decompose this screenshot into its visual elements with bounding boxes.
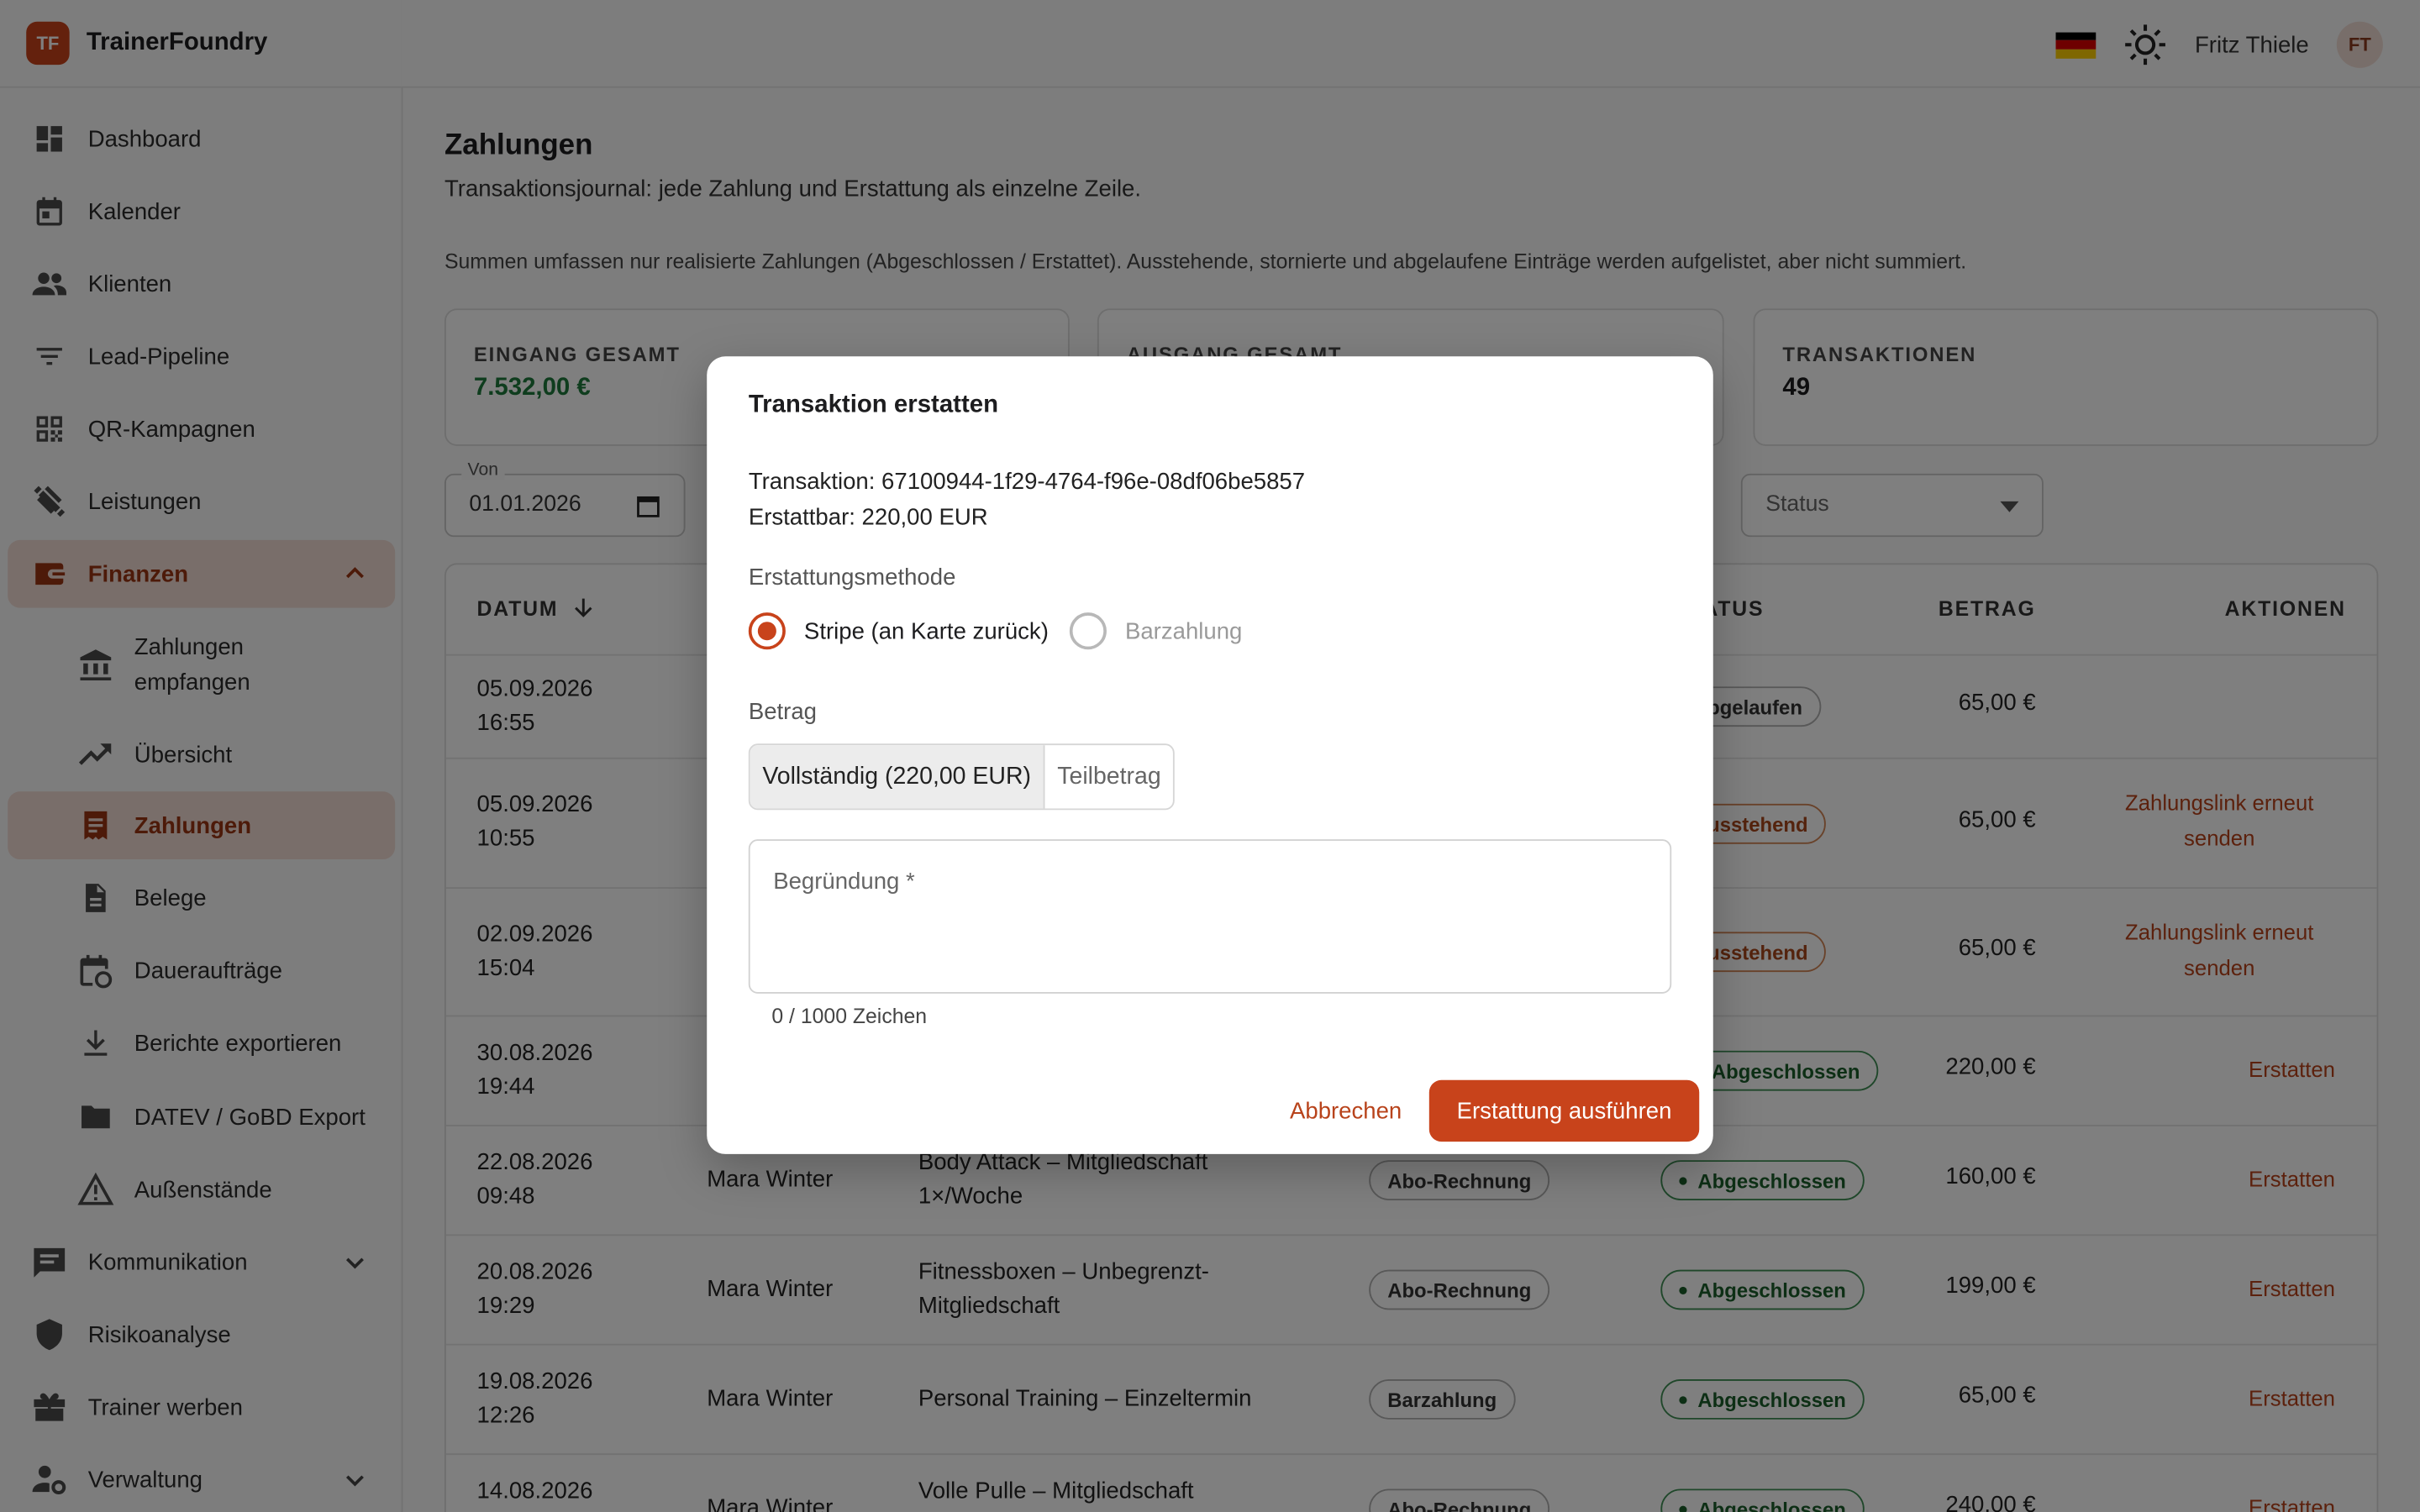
radio-label: Stripe (an Karte zurück): [803, 617, 1049, 644]
amount-label: Betrag: [748, 699, 818, 726]
character-counter: 0 / 1000 Zeichen: [771, 1004, 928, 1028]
amount-full-option[interactable]: Vollständig (220,00 EUR): [750, 745, 1045, 809]
radio-cash[interactable]: Barzahlung: [1069, 612, 1243, 650]
amount-toggle: Vollständig (220,00 EUR) Teilbetrag: [748, 743, 1176, 811]
reason-placeholder: Begründung *: [773, 869, 915, 895]
reason-textarea[interactable]: Begründung *: [748, 839, 1672, 994]
execute-refund-button[interactable]: Erstattung ausführen: [1428, 1079, 1700, 1142]
transaction-id: Transaktion: 67100944-1f29-4764-f96e-08d…: [748, 469, 1306, 496]
refund-dialog: Transaktion erstatten Transaktion: 67100…: [707, 356, 1713, 1154]
refund-method-label: Erstattungsmethode: [748, 564, 956, 591]
cancel-button[interactable]: Abbrechen: [1271, 1082, 1419, 1142]
radio-unchecked-icon: [1069, 612, 1107, 650]
radio-label: Barzahlung: [1124, 617, 1243, 644]
radio-stripe[interactable]: Stripe (an Karte zurück): [748, 612, 1049, 650]
refundable-amount: Erstattbar: 220,00 EUR: [748, 504, 988, 531]
dialog-title: Transaktion erstatten: [748, 391, 999, 418]
amount-partial-option[interactable]: Teilbetrag: [1045, 745, 1174, 808]
radio-checked-icon: [748, 612, 786, 650]
